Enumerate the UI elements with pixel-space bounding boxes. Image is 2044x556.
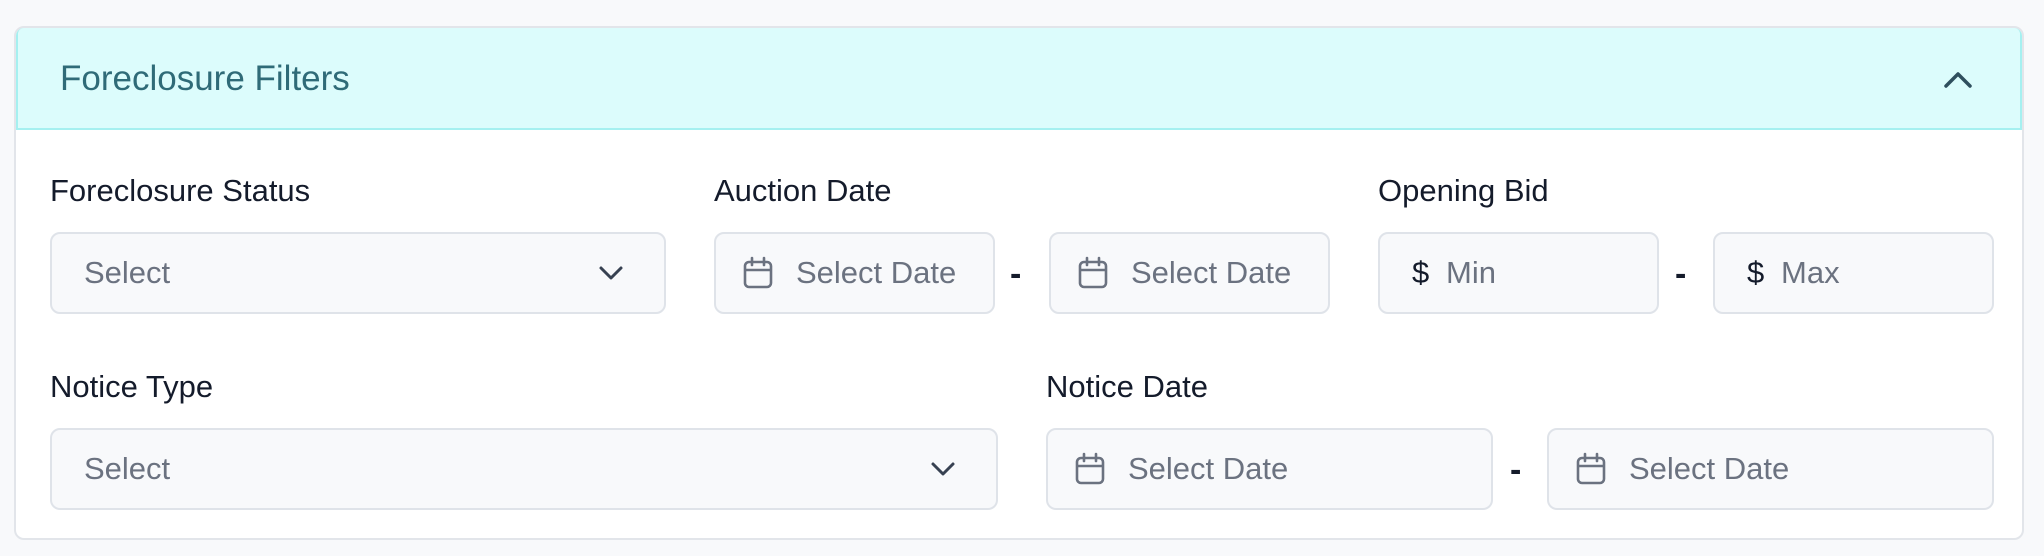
calendar-icon bbox=[1078, 256, 1108, 289]
opening-bid-max-input[interactable]: $ Max bbox=[1713, 232, 1994, 314]
calendar-icon bbox=[743, 256, 773, 289]
notice-date-from-placeholder: Select Date bbox=[1128, 451, 1289, 486]
collapse-button[interactable] bbox=[1936, 58, 1980, 102]
notice-type-select[interactable]: Select bbox=[50, 428, 998, 510]
notice-date-label: Notice Date bbox=[1046, 369, 1208, 404]
foreclosure-status-value: Select bbox=[84, 255, 171, 290]
notice-date-to-input[interactable]: Select Date bbox=[1547, 428, 1994, 510]
notice-date-to-placeholder: Select Date bbox=[1629, 451, 1790, 486]
notice-type-label: Notice Type bbox=[50, 369, 214, 404]
auction-date-from-placeholder: Select Date bbox=[796, 255, 957, 290]
dollar-icon: $ bbox=[1747, 255, 1765, 290]
panel-title: Foreclosure Filters bbox=[60, 59, 350, 98]
auction-date-to-placeholder: Select Date bbox=[1131, 255, 1292, 290]
panel-header[interactable]: Foreclosure Filters bbox=[16, 28, 2022, 130]
opening-bid-label: Opening Bid bbox=[1378, 173, 1549, 208]
opening-bid-max-placeholder: Max bbox=[1781, 255, 1840, 290]
chevron-down-icon bbox=[599, 266, 623, 280]
opening-bid-min-placeholder: Min bbox=[1446, 255, 1496, 290]
auction-date-to-input[interactable]: Select Date bbox=[1049, 232, 1330, 314]
calendar-icon bbox=[1075, 452, 1105, 485]
opening-bid-min-input[interactable]: $ Min bbox=[1378, 232, 1659, 314]
opening-bid-separator: - bbox=[1675, 255, 1687, 293]
foreclosure-status-label: Foreclosure Status bbox=[50, 173, 311, 208]
calendar-icon bbox=[1576, 452, 1606, 485]
foreclosure-filters-panel: Foreclosure Filters Foreclosure Status A… bbox=[14, 26, 2024, 540]
auction-date-from-input[interactable]: Select Date bbox=[714, 232, 995, 314]
chevron-up-icon bbox=[1944, 72, 1972, 88]
notice-type-value: Select bbox=[84, 451, 171, 486]
chevron-down-icon bbox=[931, 462, 955, 476]
notice-date-separator: - bbox=[1510, 451, 1522, 489]
auction-date-label: Auction Date bbox=[714, 173, 892, 208]
auction-date-separator: - bbox=[1010, 255, 1022, 293]
notice-date-from-input[interactable]: Select Date bbox=[1046, 428, 1493, 510]
dollar-icon: $ bbox=[1412, 255, 1430, 290]
foreclosure-status-select[interactable]: Select bbox=[50, 232, 666, 314]
